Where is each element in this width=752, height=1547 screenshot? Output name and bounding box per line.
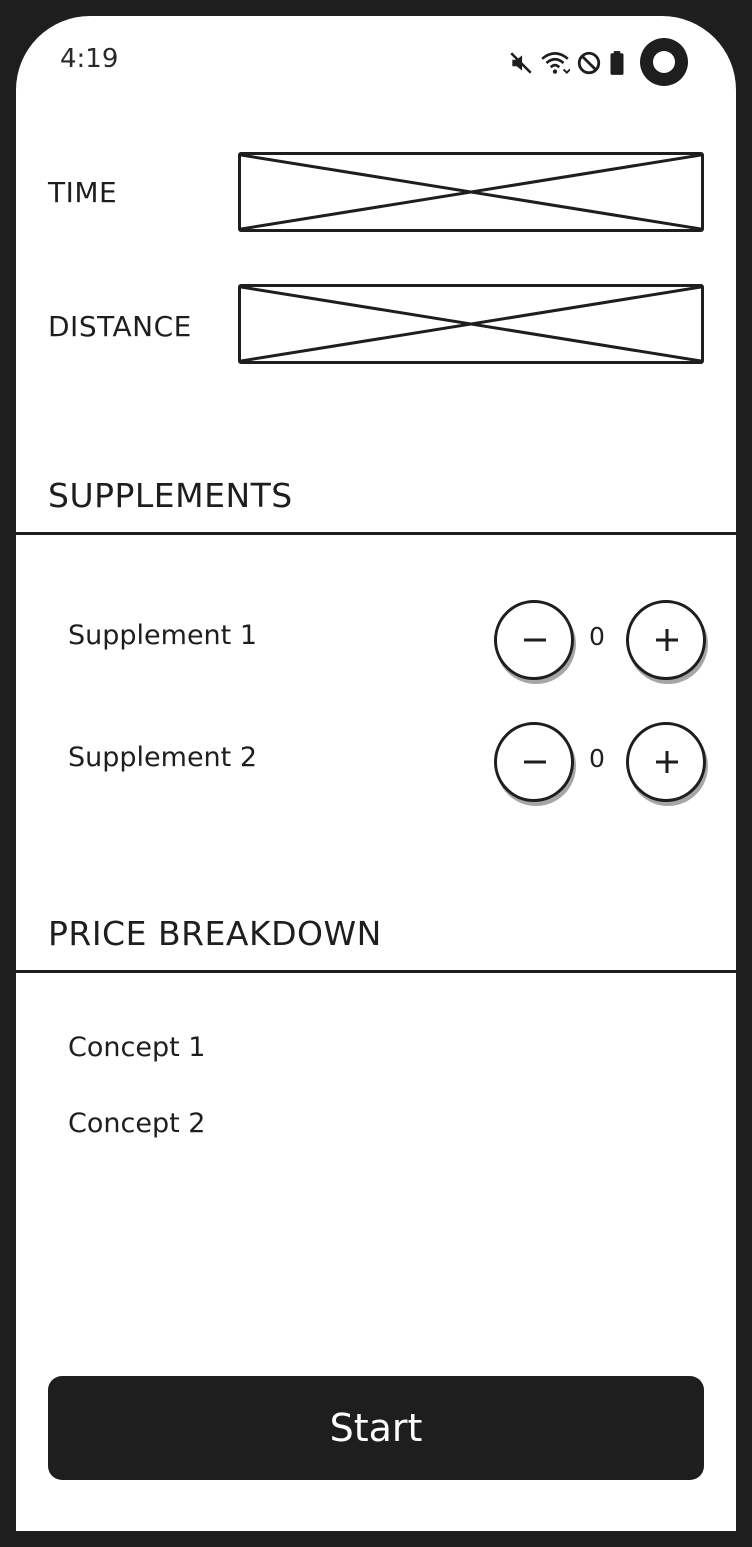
supplements-divider — [16, 532, 736, 535]
mute-icon — [508, 50, 534, 76]
phone-frame: 4:19 TIME DISTANCE SUPPLEMENTS Supplemen… — [0, 0, 752, 1547]
supplement-2-decrement-button[interactable] — [494, 722, 574, 802]
price-breakdown-title: PRICE BREAKDOWN — [48, 914, 382, 953]
supplement-1-count: 0 — [589, 622, 605, 651]
front-camera — [640, 38, 688, 86]
supplement-2-count: 0 — [589, 744, 605, 773]
image-placeholder-icon — [241, 155, 701, 229]
status-icons — [508, 48, 626, 78]
minus-icon — [524, 760, 546, 764]
concept-2-label: Concept 2 — [68, 1108, 206, 1139]
status-time: 4:19 — [60, 44, 119, 74]
price-breakdown-divider — [16, 970, 736, 973]
distance-label: DISTANCE — [48, 310, 192, 343]
supplement-1-label: Supplement 1 — [68, 620, 258, 651]
image-placeholder-icon — [241, 287, 701, 361]
time-label: TIME — [48, 176, 118, 209]
time-input[interactable] — [238, 152, 704, 232]
supplement-2-label: Supplement 2 — [68, 742, 258, 773]
wifi-icon — [540, 50, 570, 76]
minus-icon — [524, 638, 546, 642]
plus-icon — [656, 751, 678, 773]
supplements-title: SUPPLEMENTS — [48, 476, 293, 515]
supplement-1-decrement-button[interactable] — [494, 600, 574, 680]
concept-1-label: Concept 1 — [68, 1032, 206, 1063]
supplement-2-increment-button[interactable] — [626, 722, 706, 802]
plus-icon — [656, 629, 678, 651]
distance-input[interactable] — [238, 284, 704, 364]
app-screen: 4:19 TIME DISTANCE SUPPLEMENTS Supplemen… — [16, 16, 736, 1531]
do-not-disturb-icon — [576, 50, 602, 76]
supplement-1-increment-button[interactable] — [626, 600, 706, 680]
battery-icon — [608, 50, 626, 76]
start-button[interactable]: Start — [48, 1376, 704, 1480]
